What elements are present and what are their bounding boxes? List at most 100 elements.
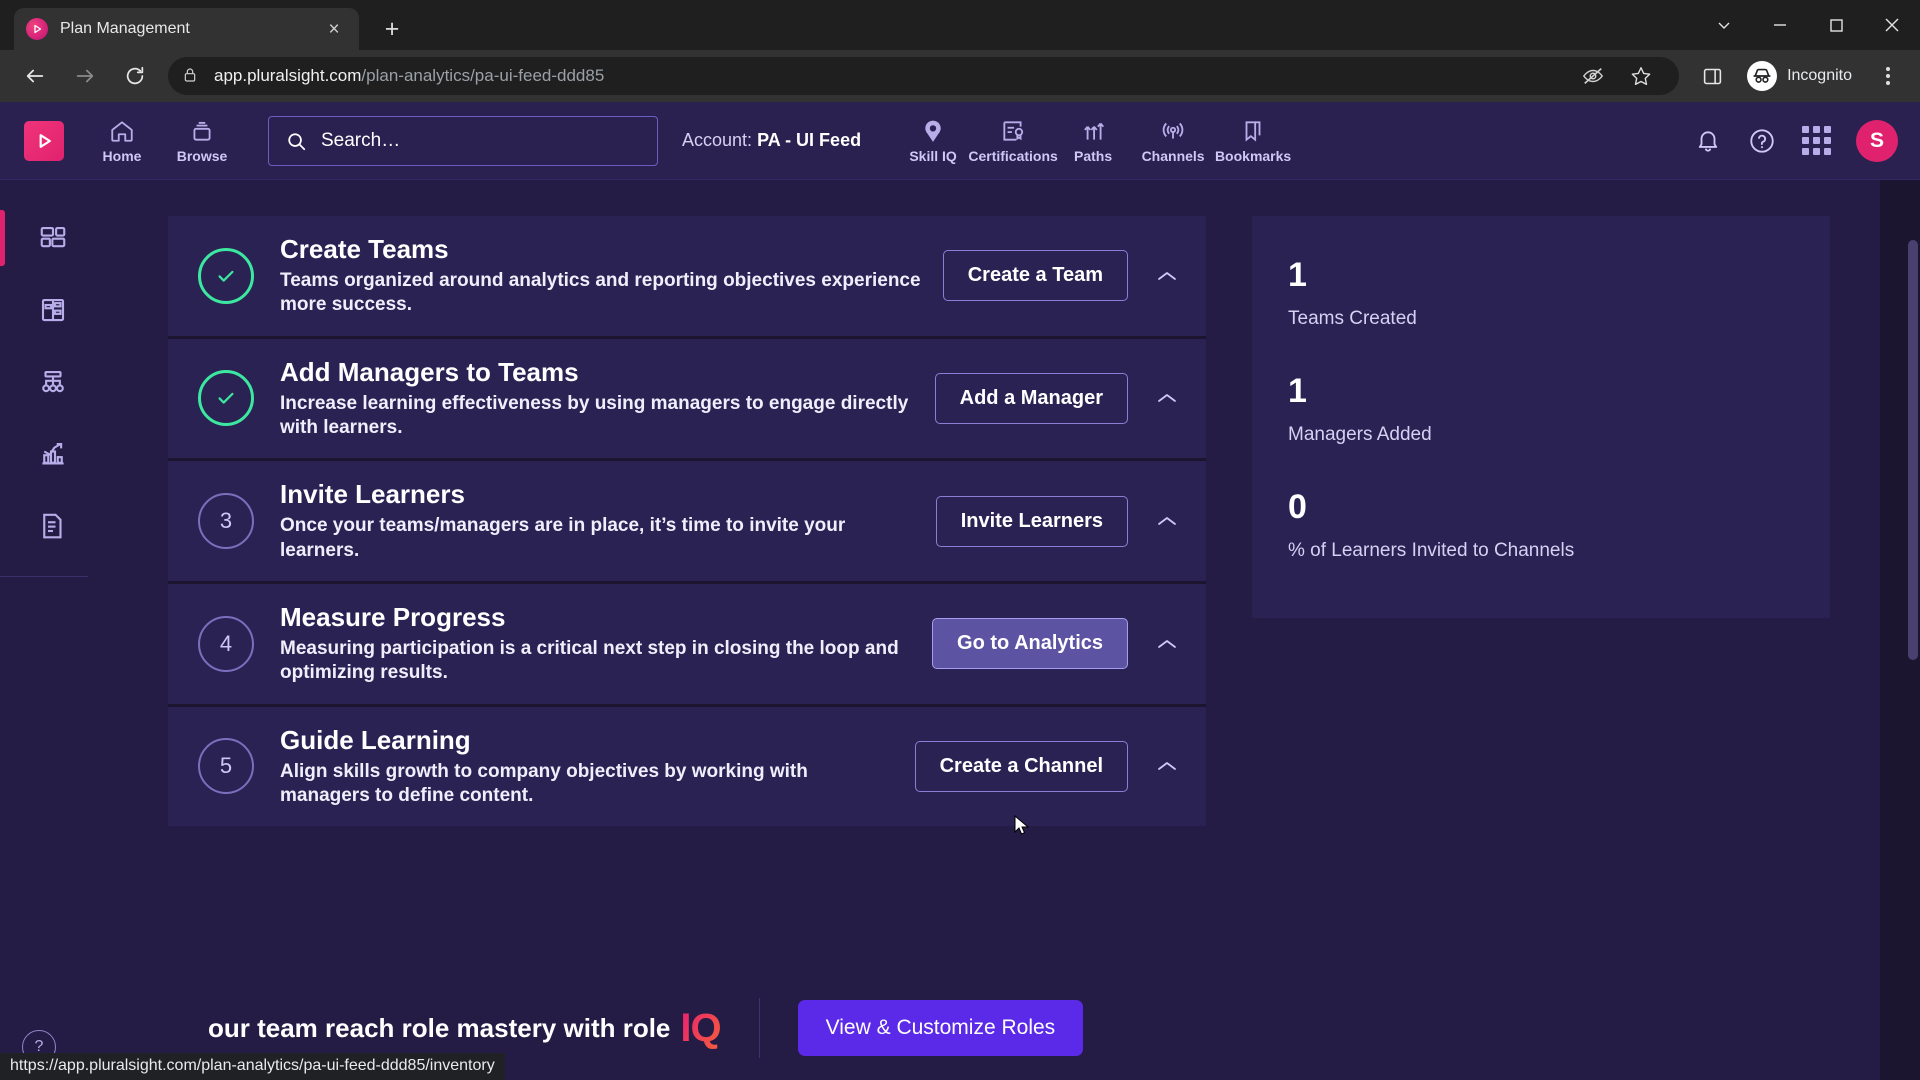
stat-teams-created: 1 Teams Created	[1288, 258, 1794, 330]
help-icon[interactable]	[1740, 119, 1784, 163]
profile-chip[interactable]: Incognito	[1741, 58, 1866, 94]
step-row: Create Teams Teams organized around anal…	[168, 216, 1206, 339]
nav-bookmarks[interactable]: Bookmarks	[1213, 118, 1293, 164]
nav-certifications[interactable]: Certifications	[968, 118, 1058, 164]
sidebar-item-plan[interactable]	[0, 274, 106, 346]
url-text: app.pluralsight.com/plan-analytics/pa-ui…	[214, 66, 604, 86]
address-bar[interactable]: app.pluralsight.com/plan-analytics/pa-ui…	[168, 56, 1680, 96]
status-bar-url: https://app.pluralsight.com/plan-analyti…	[0, 1053, 505, 1080]
role-iq-text: our team reach role mastery with role IQ	[208, 1006, 722, 1051]
invite-learners-button[interactable]: Invite Learners	[935, 495, 1128, 547]
nav-bookmarks-label: Bookmarks	[1214, 147, 1292, 164]
lock-icon	[182, 67, 200, 85]
pluralsight-app: Home Browse Account: PA - UI Feed	[0, 102, 1920, 1080]
add-a-manager-button[interactable]: Add a Manager	[934, 372, 1128, 424]
create-a-channel-button[interactable]: Create a Channel	[914, 740, 1128, 792]
stats-card: 1 Teams Created 1 Managers Added 0 % of …	[1252, 216, 1830, 618]
account-display: Account: PA - UI Feed	[682, 130, 861, 151]
sidebar-item-dashboard[interactable]	[0, 202, 106, 274]
stat-value: 0	[1288, 488, 1307, 526]
url-path: /plan-analytics/pa-ui-feed-ddd85	[361, 66, 605, 85]
forward-icon[interactable]	[65, 56, 105, 96]
kebab-menu-icon[interactable]	[1871, 56, 1905, 96]
window-close-icon[interactable]	[1864, 0, 1920, 50]
chevron-up-icon[interactable]	[1150, 631, 1184, 657]
nav-paths[interactable]: Paths	[1053, 118, 1133, 164]
step-description: Increase learning effectiveness by using…	[280, 392, 909, 438]
window-controls	[1696, 0, 1920, 50]
nav-paths-label: Paths	[1074, 147, 1113, 164]
tab-strip: Plan Management × +	[0, 0, 1920, 50]
pluralsight-logo[interactable]	[24, 120, 64, 161]
browser-window: Plan Management × + app.pluralsight.com/…	[0, 0, 1920, 1080]
step-title: Guide Learning	[280, 724, 471, 755]
vertical-scrollbar[interactable]	[1906, 180, 1920, 1080]
chevron-up-icon[interactable]	[1150, 508, 1184, 534]
search-input[interactable]	[321, 129, 641, 152]
nav-browse[interactable]: Browse	[162, 118, 242, 164]
app-top-nav: Home Browse Account: PA - UI Feed	[0, 102, 1920, 180]
browser-toolbar: app.pluralsight.com/plan-analytics/pa-ui…	[0, 50, 1920, 102]
tab-title: Plan Management	[60, 20, 190, 37]
app-body: ? Create Teams Teams organized around an…	[0, 180, 1920, 1080]
go-to-analytics-button[interactable]: Go to Analytics	[932, 618, 1128, 670]
step-row: 3 Invite Learners Once your teams/manage…	[168, 461, 1206, 584]
step-title: Create Teams	[280, 234, 449, 264]
main-content: Create Teams Teams organized around anal…	[106, 180, 1920, 1080]
step-text: Measure Progress Measuring participation…	[280, 602, 932, 686]
reload-icon[interactable]	[115, 56, 155, 96]
step-description: Align skills growth to company objective…	[280, 760, 808, 806]
nav-skill-iq[interactable]: Skill IQ	[893, 118, 973, 164]
url-domain: app.pluralsight.com	[214, 66, 362, 85]
scrollbar-thumb[interactable]	[1908, 240, 1918, 660]
minimize-icon[interactable]	[1752, 0, 1808, 50]
step-text: Invite Learners Once your teams/managers…	[280, 479, 936, 563]
sidebar-item-teams[interactable]	[0, 346, 106, 418]
back-icon[interactable]	[15, 56, 55, 96]
avatar[interactable]: S	[1856, 119, 1898, 162]
onboarding-panel-inner: Create Teams Teams organized around anal…	[106, 180, 1880, 827]
stat-label: % of Learners Invited to Channels	[1288, 540, 1575, 561]
step-title: Add Managers to Teams	[280, 356, 579, 387]
nav-home[interactable]: Home	[82, 118, 162, 164]
stat-label: Teams Created	[1288, 308, 1417, 329]
stat-value: 1	[1288, 256, 1307, 294]
step-title: Invite Learners	[280, 479, 465, 510]
stat-value: 1	[1288, 372, 1307, 410]
nav-channels-label: Channels	[1141, 147, 1205, 164]
nav-right-actions: S	[1686, 119, 1920, 163]
omnibox-actions	[1569, 56, 1665, 96]
nav-home-label: Home	[102, 147, 142, 164]
step-description: Once your teams/managers are in place, i…	[280, 515, 846, 561]
step-number-badge: 5	[198, 738, 254, 795]
eye-off-icon[interactable]	[1573, 56, 1613, 96]
chevron-down-icon[interactable]	[1696, 0, 1752, 50]
browser-tab[interactable]: Plan Management ×	[14, 8, 359, 50]
sidebar-item-analytics[interactable]	[0, 418, 106, 490]
step-text: Add Managers to Teams Increase learning …	[280, 357, 935, 441]
side-panel-icon[interactable]	[1692, 56, 1732, 96]
step-status-complete-icon	[198, 370, 254, 427]
stat-managers-added: 1 Managers Added	[1288, 374, 1794, 446]
profile-label: Incognito	[1787, 67, 1852, 84]
account-value: PA - UI Feed	[757, 130, 862, 150]
step-row: 5 Guide Learning Align skills growth to …	[168, 706, 1206, 827]
app-grid-icon[interactable]	[1794, 119, 1838, 163]
search-box[interactable]	[268, 115, 658, 166]
nav-browse-label: Browse	[176, 147, 228, 164]
chevron-up-icon[interactable]	[1150, 385, 1184, 411]
nav-skill-iq-label: Skill IQ	[909, 147, 957, 164]
maximize-icon[interactable]	[1808, 0, 1864, 50]
view-customize-roles-button[interactable]: View & Customize Roles	[797, 1000, 1084, 1056]
close-icon[interactable]: ×	[321, 16, 347, 42]
star-icon[interactable]	[1621, 56, 1661, 96]
create-a-team-button[interactable]: Create a Team	[942, 250, 1128, 302]
sidebar-item-reports[interactable]	[0, 490, 106, 562]
new-tab-button[interactable]: +	[375, 12, 409, 46]
search-icon	[288, 132, 306, 150]
nav-channels[interactable]: Channels	[1133, 118, 1213, 164]
bell-icon[interactable]	[1686, 119, 1730, 163]
chevron-up-icon[interactable]	[1150, 263, 1184, 289]
chevron-up-icon[interactable]	[1150, 753, 1184, 779]
onboarding-panel: Create Teams Teams organized around anal…	[106, 180, 1880, 1080]
